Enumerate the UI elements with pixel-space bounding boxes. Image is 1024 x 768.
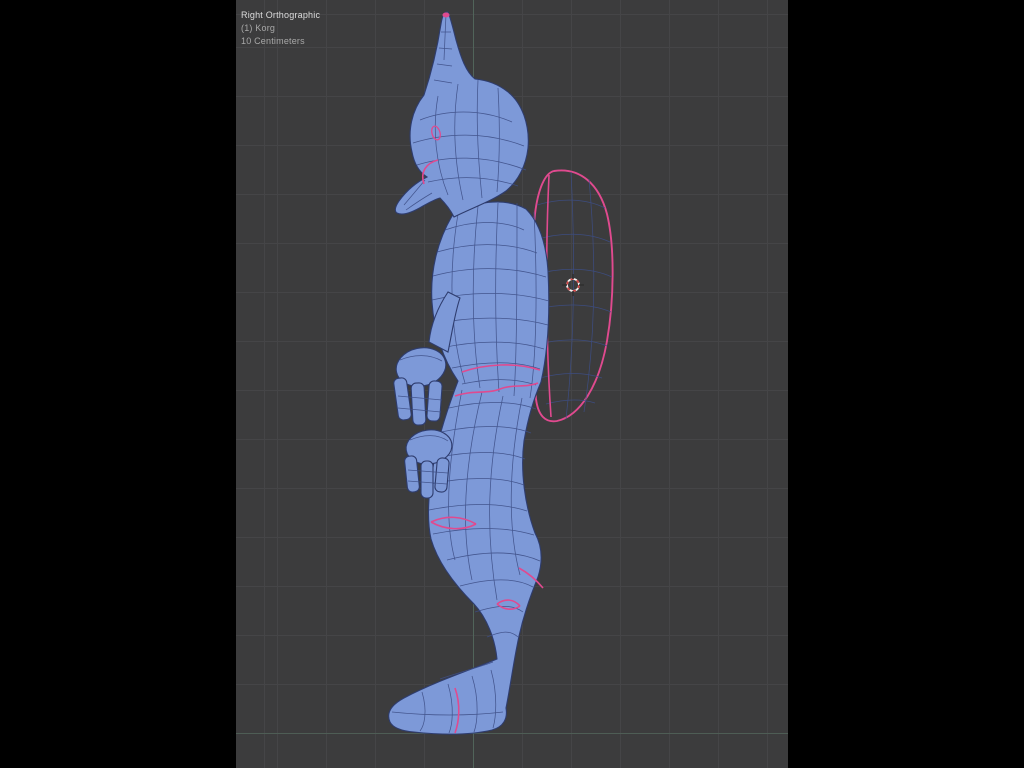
hud-object-label: (1) Korg xyxy=(241,23,276,33)
hand-lower[interactable] xyxy=(404,427,454,499)
head-mesh[interactable] xyxy=(394,11,529,218)
hand-upper[interactable] xyxy=(393,343,450,426)
blender-window: Right Orthographic (1) Korg 10 Centimete… xyxy=(0,0,1024,768)
viewport-hud: Right Orthographic (1) Korg 10 Centimete… xyxy=(241,9,320,48)
viewport-3d[interactable]: Right Orthographic (1) Korg 10 Centimete… xyxy=(236,0,788,768)
letterbox-left xyxy=(0,0,236,768)
3d-cursor xyxy=(562,274,584,296)
letterbox-right xyxy=(788,0,1024,768)
hud-view-label: Right Orthographic xyxy=(241,10,321,20)
character-model[interactable] xyxy=(388,11,614,735)
scene-canvas[interactable] xyxy=(236,0,788,768)
hud-scale-label: 10 Centimeters xyxy=(241,36,305,46)
